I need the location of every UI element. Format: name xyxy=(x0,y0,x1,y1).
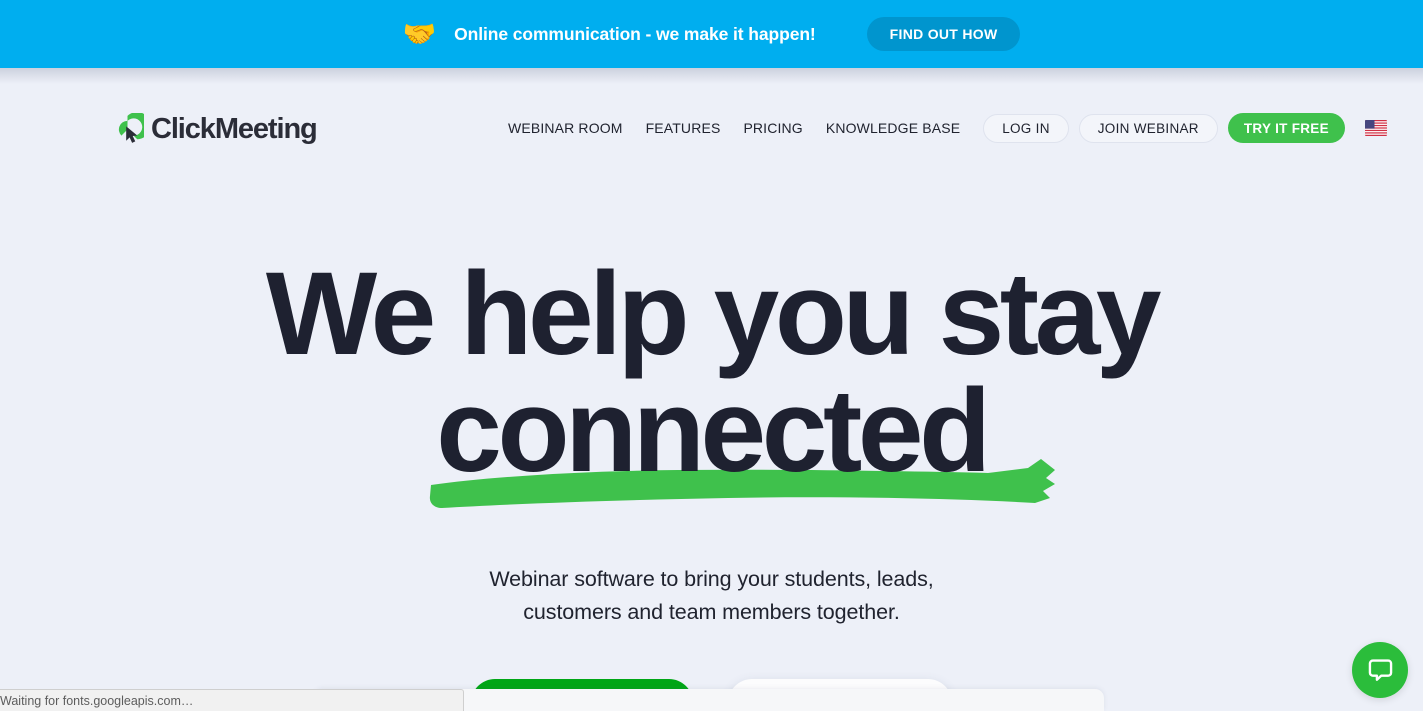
nav-item-webinar-room[interactable]: WEBINAR ROOM xyxy=(508,120,623,136)
hero-subtitle-line-1: Webinar software to bring your students,… xyxy=(489,566,934,591)
find-out-how-button[interactable]: FIND OUT HOW xyxy=(866,17,1021,51)
clickmeeting-logo-icon xyxy=(118,113,144,143)
nav-item-features[interactable]: FEATURES xyxy=(646,120,721,136)
site-header: ClickMeeting WEBINAR ROOM FEATURES PRICI… xyxy=(0,68,1423,194)
chat-widget-button[interactable] xyxy=(1352,642,1408,698)
status-bar-text: Waiting for fonts.googleapis.com… xyxy=(0,693,194,708)
hero-subtitle-line-2: customers and team members together. xyxy=(523,599,900,624)
nav-item-knowledge-base[interactable]: KNOWLEDGE BASE xyxy=(826,120,960,136)
hero-subtitle: Webinar software to bring your students,… xyxy=(0,563,1423,629)
log-in-button[interactable]: LOG IN xyxy=(983,113,1069,143)
clickmeeting-logo[interactable]: ClickMeeting xyxy=(111,113,318,146)
hero-title-line-1: We help you stay xyxy=(265,248,1162,380)
hero-title-line-2-wrapper: connected xyxy=(430,372,1056,508)
join-webinar-button[interactable]: JOIN WEBINAR xyxy=(1078,113,1218,143)
page-title: We help you stay connected xyxy=(0,255,1423,508)
main-navigation: WEBINAR ROOM FEATURES PRICING KNOWLEDGE … xyxy=(508,113,1387,143)
us-flag-icon[interactable] xyxy=(1364,120,1387,136)
hero-title-line-2: connected xyxy=(436,364,991,497)
hero-section: We help you stay connected Webinar softw… xyxy=(0,194,1423,711)
promo-message: Online communication - we make it happen… xyxy=(454,23,816,44)
try-it-free-button[interactable]: TRY IT FREE xyxy=(1227,113,1345,143)
promo-banner: 🤝 Online communication - we make it happ… xyxy=(0,0,1423,84)
handshake-emoji: 🤝 xyxy=(402,18,437,49)
clickmeeting-logo-text: ClickMeeting xyxy=(151,113,318,145)
promo-banner-content: 🤝 Online communication - we make it happ… xyxy=(403,17,1021,51)
nav-item-pricing[interactable]: PRICING xyxy=(743,120,802,136)
chat-bubble-icon xyxy=(1368,658,1392,681)
browser-status-bar: Waiting for fonts.googleapis.com… xyxy=(0,689,464,711)
